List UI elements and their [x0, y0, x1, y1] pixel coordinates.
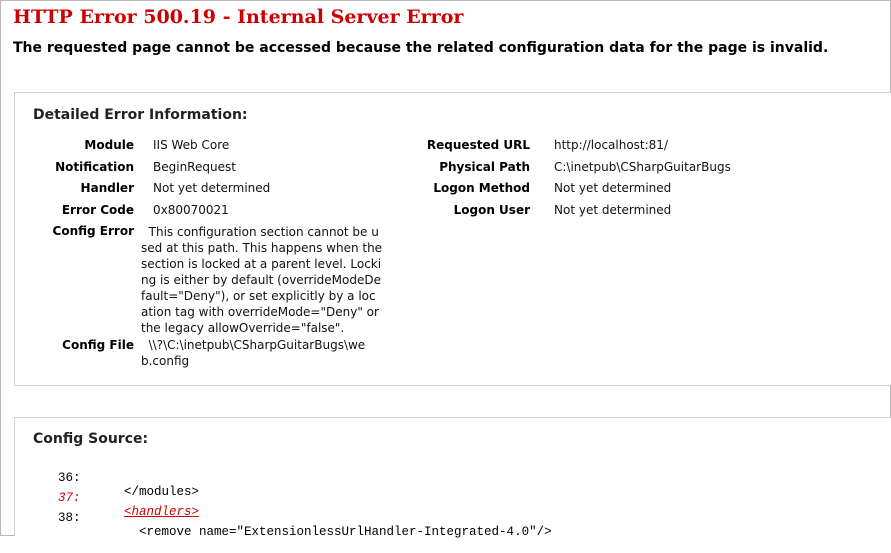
error-code-label: Error Code [61, 203, 134, 217]
code-line-number: 38: [58, 511, 81, 525]
handler-label: Handler [80, 181, 134, 195]
config-file-value: \\?\C:\inetpub\CSharpGuitarBugs\we b.con… [141, 338, 366, 368]
logon-user-value: Not yet determined [554, 203, 672, 217]
config-error-label: Config Error [52, 224, 134, 238]
error-subtitle: The requested page cannot be accessed be… [13, 40, 829, 56]
error-code-value: 0x80070021 [153, 203, 229, 217]
error-title: HTTP Error 500.19 - Internal Server Erro… [13, 6, 464, 28]
config-source-heading: Config Source: [33, 431, 149, 447]
requested-url-value: http://localhost:81/ [554, 138, 668, 152]
physical-path-value: C:\inetpub\CSharpGuitarBugs [554, 160, 731, 174]
module-label: Module [84, 138, 134, 152]
config-file-label: Config File [62, 338, 134, 352]
code-line-text: <remove name="ExtensionlessUrlHandler-In… [124, 525, 552, 539]
notification-value: BeginRequest [153, 160, 236, 174]
physical-path-label: Physical Path [439, 160, 530, 174]
logon-method-label: Logon Method [433, 181, 530, 195]
handler-value: Not yet determined [153, 181, 271, 195]
config-error-value: This configuration section cannot be u s… [141, 225, 383, 335]
detailed-error-panel: Detailed Error Information: Module IIS W… [14, 92, 891, 386]
logon-method-value: Not yet determined [554, 181, 672, 195]
logon-user-label: Logon User [453, 203, 530, 217]
config-source-panel: Config Source: 36: </modules> 37: <handl… [14, 417, 891, 539]
notification-label: Notification [55, 160, 134, 174]
module-value: IIS Web Core [153, 138, 230, 152]
code-line: 38: <remove name="ExtensionlessUrlHandle… [15, 497, 891, 553]
detailed-error-heading: Detailed Error Information: [33, 107, 248, 123]
requested-url-label: Requested URL [426, 138, 530, 152]
